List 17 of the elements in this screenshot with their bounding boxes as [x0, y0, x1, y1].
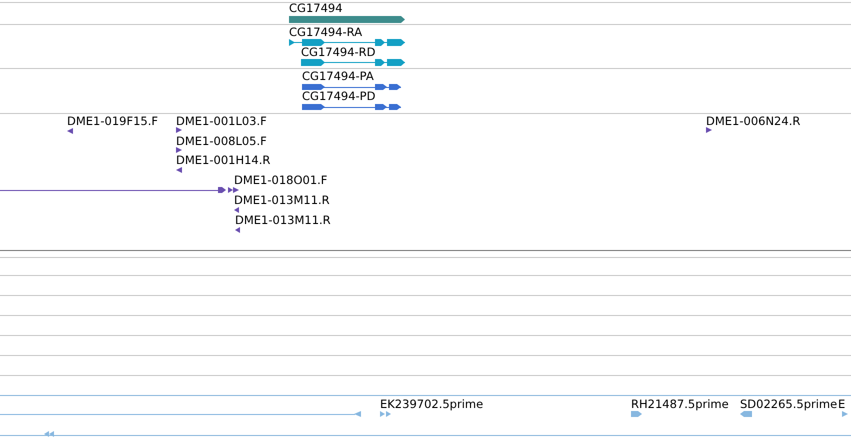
feature-label: DME1-006N24.R	[706, 114, 800, 128]
feature-label: SD02265.5prime	[740, 397, 838, 411]
feature-label: CG17494-RA	[289, 25, 362, 39]
feature-label: CG17494-PD	[302, 89, 376, 103]
feature-label: DME1-008L05.F	[176, 134, 267, 148]
feature-label: DME1-019F15.F	[67, 114, 158, 128]
feature-label: RH21487.5prime	[631, 397, 729, 411]
feature-label: DME1-013M11.R	[234, 193, 330, 207]
feature-label: CG17494	[289, 1, 343, 15]
feature-label: CG17494-PA	[302, 69, 374, 83]
feature-label: DME1-001L03.F	[176, 114, 267, 128]
feature-label: DME1-013M11.R	[235, 213, 331, 227]
feature-label: CG17494-RD	[301, 45, 376, 59]
feature-label: DME1-018O01.F	[234, 173, 328, 187]
feature-label: DME1-001H14.R	[176, 153, 270, 167]
feature-label: EK239702.5prime	[380, 397, 484, 411]
feature-label: E	[838, 397, 846, 411]
